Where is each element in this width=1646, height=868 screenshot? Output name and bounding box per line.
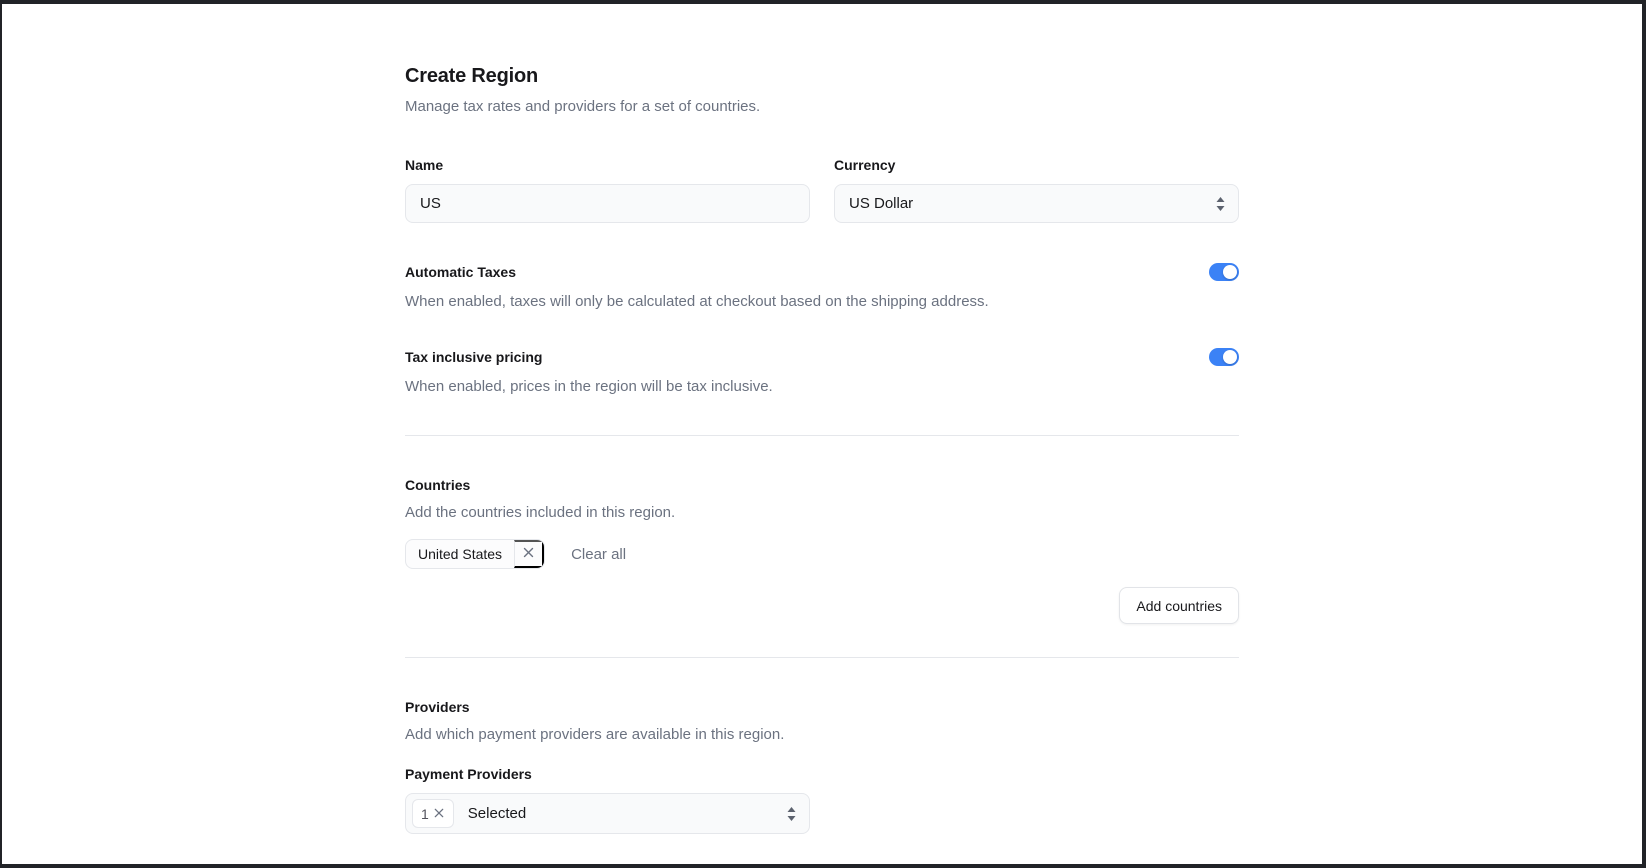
countries-description: Add the countries included in this regio… [405,504,676,521]
payment-providers-select[interactable]: 1 Selected [405,793,810,834]
automatic-taxes-description: When enabled, taxes will only be calcula… [405,293,989,310]
providers-section: Providers Add which payment providers ar… [405,698,1239,834]
x-icon [433,806,445,822]
country-chip: United States [405,539,546,569]
providers-heading: Providers [405,699,470,715]
currency-field-group: Currency US Dollar [834,156,1239,223]
tax-inclusive-toggle[interactable] [1209,348,1239,366]
toggle-knob [1223,265,1237,279]
automatic-taxes-toggle[interactable] [1209,263,1239,281]
countries-section: Countries Add the countries included in … [405,476,1239,624]
remove-country-button[interactable] [514,540,545,568]
automatic-taxes-label: Automatic Taxes [405,264,516,280]
selected-count: 1 [421,805,429,822]
tax-inclusive-description: When enabled, prices in the region will … [405,378,773,395]
name-label: Name [405,157,444,173]
create-region-form: Create Region Manage tax rates and provi… [405,4,1239,834]
chevron-up-down-icon [1216,196,1225,211]
name-input[interactable] [405,184,810,223]
tax-inclusive-section: Tax inclusive pricing When enabled, pric… [405,348,1239,397]
countries-heading: Countries [405,477,471,493]
payment-providers-selected-value: Selected [467,805,527,822]
x-icon [522,546,535,562]
page-subtitle: Manage tax rates and providers for a set… [405,98,761,115]
providers-description: Add which payment providers are availabl… [405,726,785,743]
automatic-taxes-section: Automatic Taxes When enabled, taxes will… [405,263,1239,312]
name-currency-row: Name Currency US Dollar [405,156,1239,223]
add-countries-button[interactable]: Add countries [1119,587,1239,624]
country-chip-label: United States [418,546,503,562]
currency-selected-value: US Dollar [849,195,914,212]
chevron-up-down-icon [787,806,796,821]
tax-inclusive-label: Tax inclusive pricing [405,349,543,365]
currency-label: Currency [834,157,896,173]
section-divider [405,657,1239,658]
section-divider [405,435,1239,436]
clear-all-link[interactable]: Clear all [571,546,626,563]
toggle-knob [1223,350,1237,364]
payment-providers-label: Payment Providers [405,766,532,782]
name-field-group: Name [405,156,810,223]
clear-selection-button[interactable] [433,806,445,822]
selected-countries-row: United States Clear all [405,539,1239,569]
page-title: Create Region [405,65,538,87]
currency-select[interactable]: US Dollar [834,184,1239,223]
selected-count-badge: 1 [412,799,454,828]
